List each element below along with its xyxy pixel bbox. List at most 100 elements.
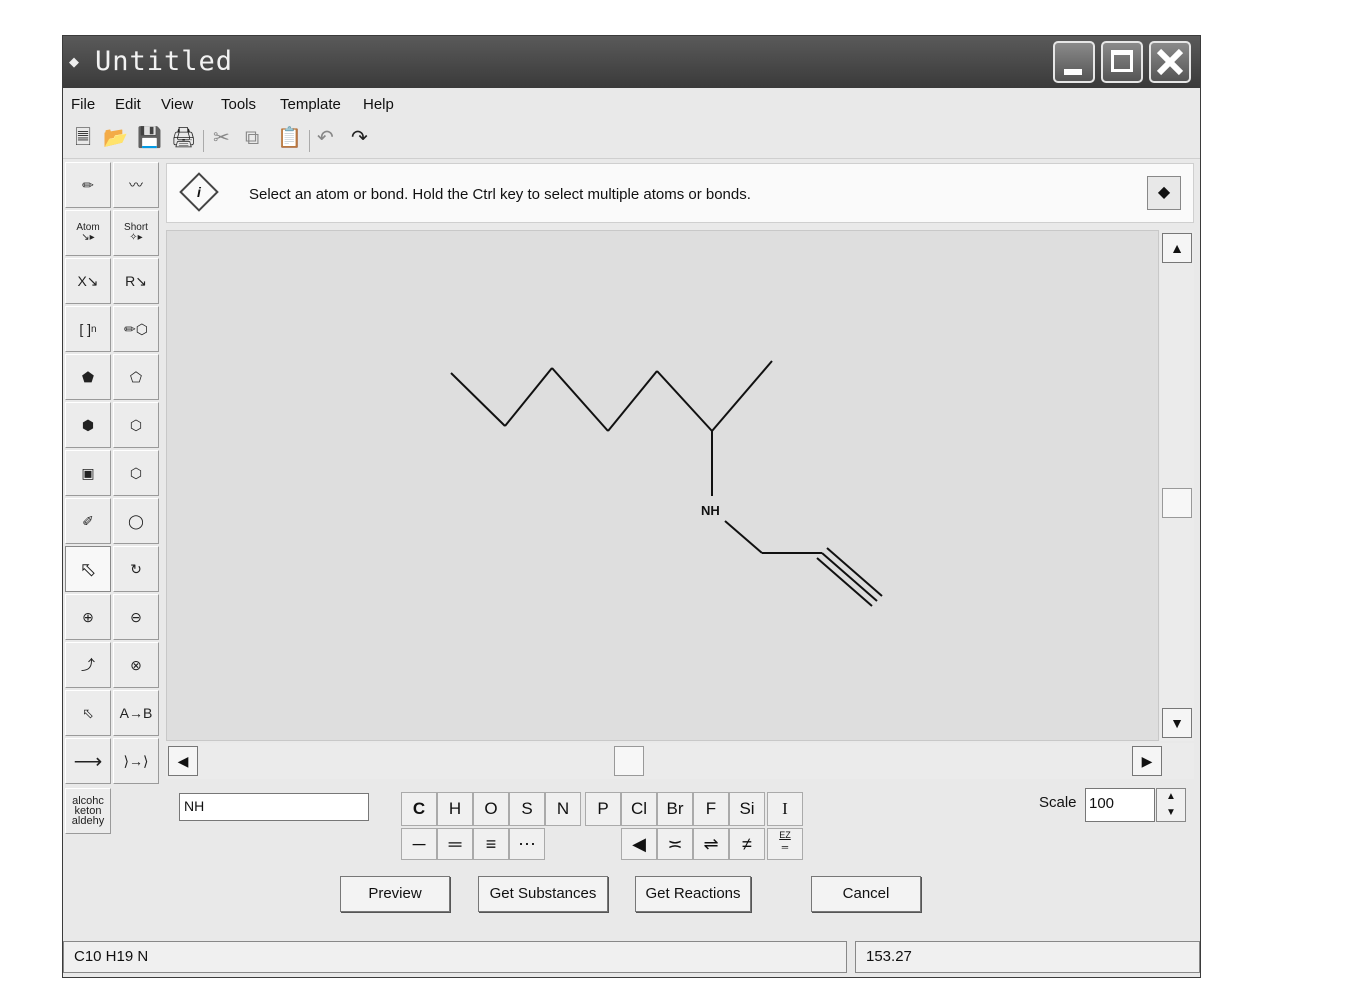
element-i-button[interactable]: I xyxy=(767,792,803,826)
drawing-canvas[interactable]: NH xyxy=(166,230,1159,741)
x-atom-tool[interactable]: X ↘ xyxy=(65,258,111,304)
benzene-tool[interactable]: ⬢ xyxy=(65,402,111,448)
nh-atom-label[interactable]: NH xyxy=(701,503,720,518)
horizontal-scrollbar[interactable]: ◀ ▶ xyxy=(166,743,1194,779)
hexagon-tool[interactable]: ⬡ xyxy=(113,402,159,448)
cancel-button[interactable]: Cancel xyxy=(811,876,921,912)
spinner-up-icon[interactable]: ▲ xyxy=(1157,789,1185,805)
up-wedge-bond-button[interactable]: ◀ xyxy=(621,828,657,860)
minimize-button[interactable] xyxy=(1053,41,1095,83)
title-bar[interactable]: ◆ Untitled xyxy=(63,36,1200,88)
element-f-button[interactable]: F xyxy=(693,792,729,826)
plus-charge-tool[interactable]: ⊕ xyxy=(65,594,111,640)
template-tool[interactable]: ▣ xyxy=(65,450,111,496)
get-reactions-button[interactable]: Get Reactions xyxy=(635,876,751,912)
hint-text: Select an atom or bond. Hold the Ctrl ke… xyxy=(249,186,751,203)
a-to-b-tool[interactable]: A→B xyxy=(113,690,159,736)
element-cl-button[interactable]: Cl xyxy=(621,792,657,826)
vertical-scrollbar[interactable]: ▲ ▼ xyxy=(1160,230,1194,741)
paste-icon[interactable]: 📋 xyxy=(277,128,302,148)
get-substances-button[interactable]: Get Substances xyxy=(478,876,608,912)
functional-group-label: alcohc keton aldehy xyxy=(71,795,105,827)
print-icon[interactable]: 🖨 xyxy=(171,128,196,148)
redo-icon[interactable]: ↷ xyxy=(351,128,368,148)
select-map-tool[interactable]: ⬁ xyxy=(65,690,111,736)
save-icon[interactable]: 💾 xyxy=(137,128,162,148)
info-bar: i Select an atom or bond. Hold the Ctrl … xyxy=(166,163,1194,223)
bracket-tool[interactable]: [ ] n xyxy=(65,306,111,352)
element-br-button[interactable]: Br xyxy=(657,792,693,826)
vertical-scroll-thumb[interactable] xyxy=(1162,488,1192,518)
lasso-icon: ◯ xyxy=(128,512,144,529)
triple-bond-icon: ≡ xyxy=(485,834,497,854)
preview-button[interactable]: Preview xyxy=(340,876,450,912)
pencil-tool[interactable]: ✏ xyxy=(65,162,111,208)
close-button[interactable] xyxy=(1149,41,1191,83)
maximize-button[interactable] xyxy=(1101,41,1143,83)
ring-n-tool[interactable]: ⬡ xyxy=(113,450,159,496)
down-wedge-bond-button[interactable]: ≍ xyxy=(657,828,693,860)
ez-bond-button[interactable]: EZ ═ xyxy=(767,828,803,860)
scroll-up-button[interactable]: ▲ xyxy=(1162,233,1192,263)
scale-spinner[interactable]: ▲ ▼ xyxy=(1156,788,1186,822)
element-s-button[interactable]: S xyxy=(509,792,545,826)
reaction-arrow-tool[interactable]: ⟶ xyxy=(65,738,111,784)
mapping-tool[interactable]: ⤴ xyxy=(65,642,111,688)
element-o-button[interactable]: O xyxy=(473,792,509,826)
menu-view[interactable]: View xyxy=(161,96,193,113)
new-icon[interactable]: 🗏 xyxy=(75,128,91,148)
double-bond-button[interactable]: ═ xyxy=(437,828,473,860)
spinner-down-icon[interactable]: ▼ xyxy=(1157,805,1185,821)
triple-bond-button[interactable]: ≡ xyxy=(473,828,509,860)
clear-mapping-tool[interactable]: ⊗ xyxy=(113,642,159,688)
any-bond-button[interactable]: ⋯ xyxy=(509,828,545,860)
minus-charge-tool[interactable]: ⊖ xyxy=(113,594,159,640)
scroll-right-button[interactable]: ▶ xyxy=(1132,746,1162,776)
scale-input[interactable]: 100 xyxy=(1085,788,1155,822)
element-h-button[interactable]: H xyxy=(437,792,473,826)
cut-icon[interactable]: ✂ xyxy=(213,128,230,148)
scroll-down-button[interactable]: ▼ xyxy=(1162,708,1192,738)
shortcut-tool[interactable]: Short ✧▸ xyxy=(113,210,159,256)
undo-icon[interactable]: ↶ xyxy=(317,128,334,148)
help-button[interactable]: ◆ xyxy=(1147,176,1181,210)
element-si-button[interactable]: Si xyxy=(729,792,765,826)
molecule-structure[interactable]: NH xyxy=(167,231,1160,742)
select-map-icon: ⬁ xyxy=(82,704,94,721)
menu-tools[interactable]: Tools xyxy=(221,96,256,113)
functional-group-tool[interactable]: alcohc keton aldehy xyxy=(65,788,111,834)
bond xyxy=(816,557,873,607)
up-or-down-bond-button[interactable]: ⇌ xyxy=(693,828,729,860)
bond xyxy=(656,370,713,432)
menu-file[interactable]: File xyxy=(71,96,95,113)
lasso-tool[interactable]: ◯ xyxy=(113,498,159,544)
cyclopentane-tool[interactable]: ⬟ xyxy=(65,354,111,400)
name-field[interactable]: NH xyxy=(179,793,369,821)
menu-edit[interactable]: Edit xyxy=(115,96,141,113)
hashed-bond-button[interactable]: ≠ xyxy=(729,828,765,860)
menu-template[interactable]: Template xyxy=(280,96,341,113)
r-group-tool[interactable]: R ↘ xyxy=(113,258,159,304)
element-n-button[interactable]: N xyxy=(545,792,581,826)
atom-tool[interactable]: Atom ↘▸ xyxy=(65,210,111,256)
eraser-tool[interactable]: ✐ xyxy=(65,498,111,544)
open-icon[interactable]: 📂 xyxy=(103,128,128,148)
horizontal-scroll-thumb[interactable] xyxy=(614,746,644,776)
app-menu-icon[interactable]: ◆ xyxy=(69,54,79,70)
pencil-ring-icon: ✏⬡ xyxy=(124,320,148,337)
single-bond-button[interactable]: ─ xyxy=(401,828,437,860)
pentagon-tool[interactable]: ⬠ xyxy=(113,354,159,400)
element-p-button[interactable]: P xyxy=(585,792,621,826)
pentagon-icon: ⬠ xyxy=(129,368,143,385)
element-c-button[interactable]: C xyxy=(401,792,437,826)
select-tool[interactable]: ⬁ xyxy=(65,546,111,592)
copy-icon[interactable]: ⧉ xyxy=(245,128,259,148)
scroll-left-button[interactable]: ◀ xyxy=(168,746,198,776)
rotate-tool[interactable]: ↻ xyxy=(113,546,159,592)
menu-help[interactable]: Help xyxy=(363,96,394,113)
arrow-right-icon: ⟶ xyxy=(73,750,103,773)
arrow-left-icon: ◀ xyxy=(177,753,189,769)
chain-tool[interactable]: 〰 xyxy=(113,162,159,208)
reaction-map-tool[interactable]: ⟩→⟩ xyxy=(113,738,159,784)
pencil-ring-tool[interactable]: ✏⬡ xyxy=(113,306,159,352)
